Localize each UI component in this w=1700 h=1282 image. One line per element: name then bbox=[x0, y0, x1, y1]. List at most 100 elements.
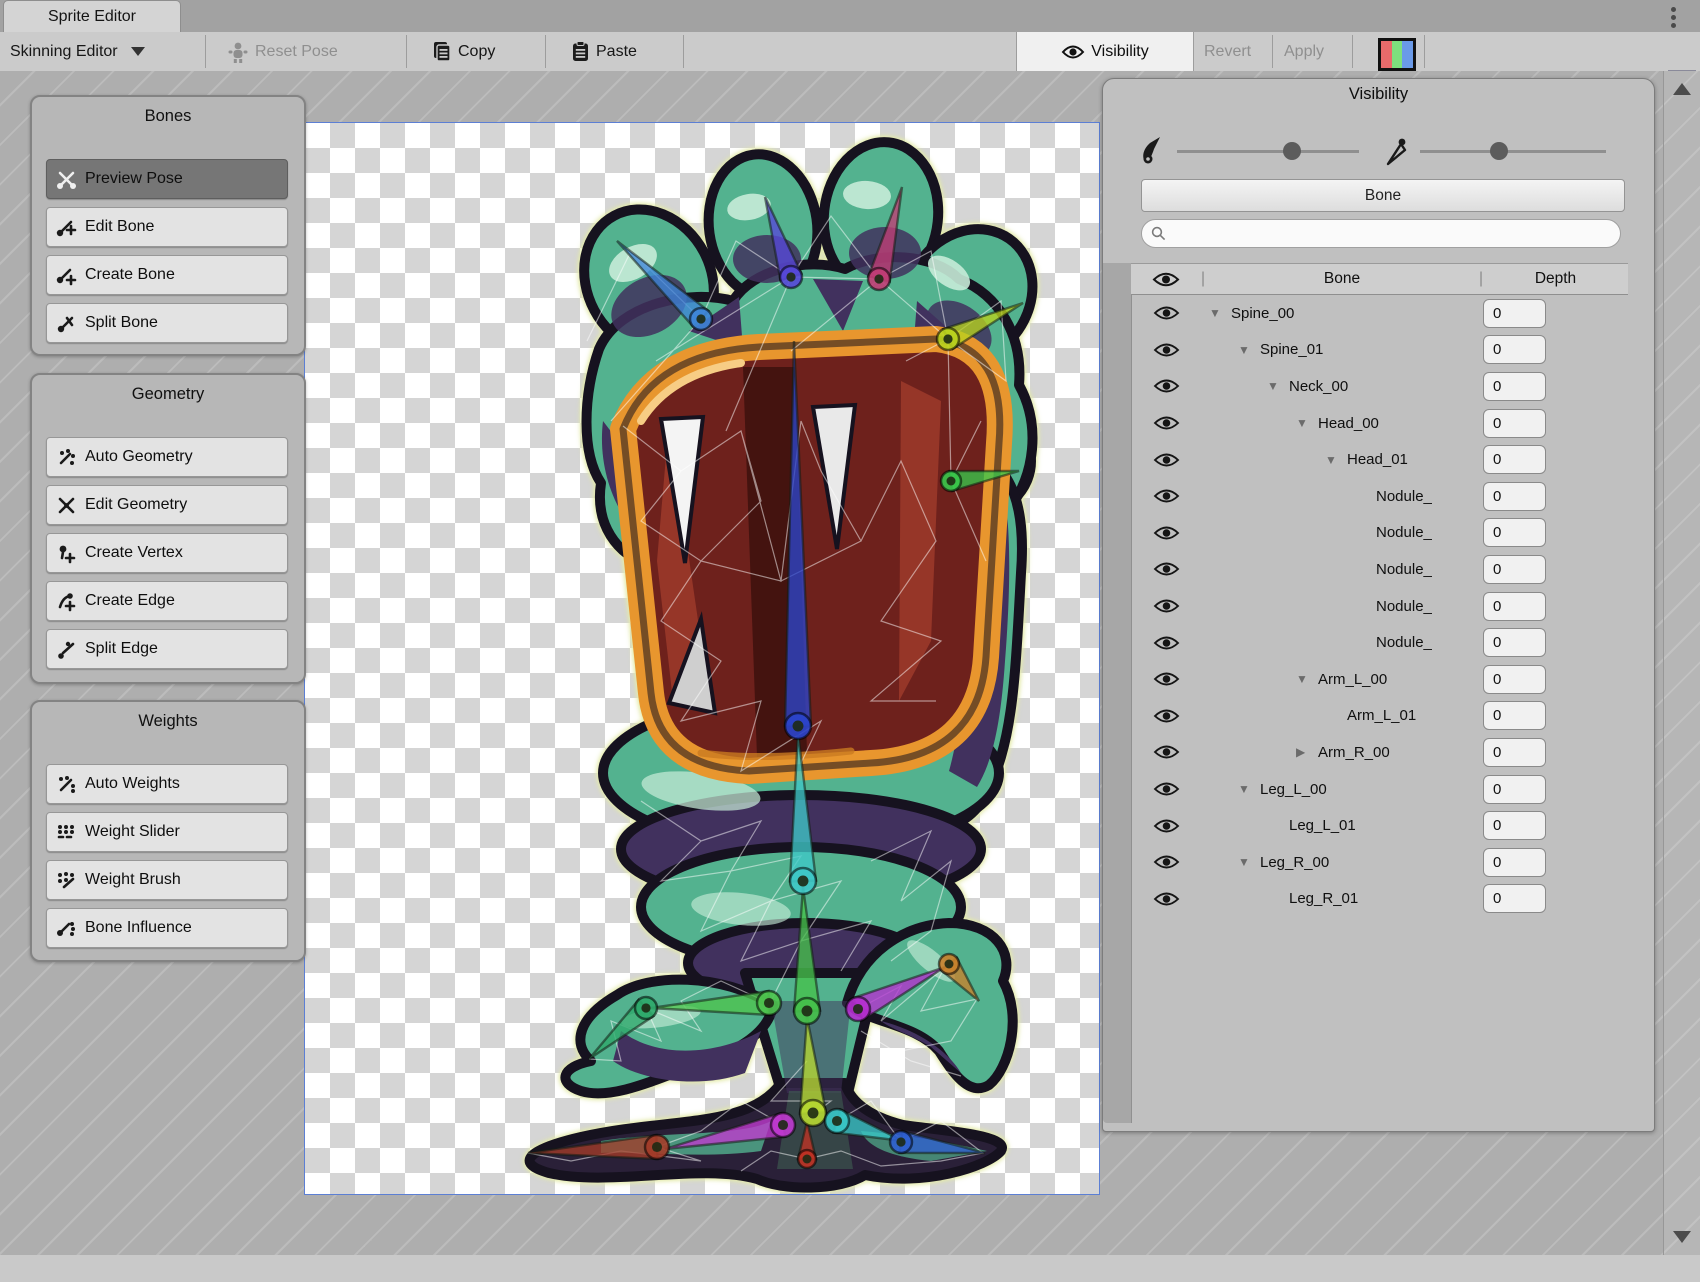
create-bone-button[interactable]: Create Bone bbox=[46, 255, 288, 295]
weight-brush-button[interactable]: Weight Brush bbox=[46, 860, 288, 900]
depth-input[interactable] bbox=[1483, 335, 1546, 364]
bone-name[interactable]: Arm_L_01 bbox=[1347, 707, 1416, 724]
depth-input[interactable] bbox=[1483, 482, 1546, 511]
depth-input[interactable] bbox=[1483, 884, 1546, 913]
visibility-eye-toggle[interactable] bbox=[1131, 452, 1201, 468]
bone-row-leg_r_01[interactable]: Leg_R_01 bbox=[1131, 881, 1628, 918]
expander-down-icon[interactable]: ▼ bbox=[1209, 306, 1231, 320]
bone-name[interactable]: Head_01 bbox=[1347, 451, 1408, 468]
bone-search-input[interactable] bbox=[1141, 219, 1621, 248]
depth-input[interactable] bbox=[1483, 372, 1546, 401]
depth-input[interactable] bbox=[1483, 811, 1546, 840]
bone-row-nodule_[interactable]: Nodule_ bbox=[1131, 588, 1628, 625]
visibility-eye-toggle[interactable] bbox=[1131, 378, 1201, 394]
mesh-opacity-slider-track[interactable] bbox=[1420, 150, 1606, 153]
header-bone[interactable]: Bone bbox=[1205, 270, 1479, 288]
expander-down-icon[interactable]: ▼ bbox=[1325, 453, 1347, 467]
visibility-eye-toggle[interactable] bbox=[1131, 561, 1201, 577]
edit-bone-button[interactable]: Edit Bone bbox=[46, 207, 288, 247]
weight-slider-button[interactable]: Weight Slider bbox=[46, 812, 288, 852]
bone-row-nodule_[interactable]: Nodule_ bbox=[1131, 478, 1628, 515]
color-channels-swatch[interactable] bbox=[1378, 38, 1416, 71]
visibility-eye-toggle[interactable] bbox=[1131, 708, 1201, 724]
bone-name[interactable]: Arm_R_00 bbox=[1318, 744, 1390, 761]
bone-row-head_01[interactable]: ▼ Head_01 bbox=[1131, 441, 1628, 478]
header-depth[interactable]: Depth bbox=[1483, 270, 1628, 288]
expander-down-icon[interactable]: ▼ bbox=[1267, 379, 1289, 393]
bone-name[interactable]: Arm_L_00 bbox=[1318, 671, 1387, 688]
bone-row-leg_l_00[interactable]: ▼ Leg_L_00 bbox=[1131, 771, 1628, 808]
visibility-eye-toggle[interactable] bbox=[1131, 305, 1201, 321]
bone-name[interactable]: Spine_01 bbox=[1260, 341, 1323, 358]
paste-button[interactable]: Paste bbox=[572, 32, 637, 71]
split-bone-button[interactable]: Split Bone bbox=[46, 303, 288, 343]
auto-weights-button[interactable]: Auto Weights bbox=[46, 764, 288, 804]
depth-input[interactable] bbox=[1483, 592, 1546, 621]
bone-name[interactable]: Nodule_ bbox=[1376, 488, 1432, 505]
bone-tab[interactable]: Bone bbox=[1141, 179, 1625, 212]
depth-input[interactable] bbox=[1483, 701, 1546, 730]
bone-name[interactable]: Leg_R_01 bbox=[1289, 890, 1358, 907]
bone-influence-button[interactable]: Bone Influence bbox=[46, 908, 288, 948]
bone-row-nodule_[interactable]: Nodule_ bbox=[1131, 515, 1628, 552]
depth-input[interactable] bbox=[1483, 628, 1546, 657]
split-edge-button[interactable]: Split Edge bbox=[46, 629, 288, 669]
revert-button[interactable]: Revert bbox=[1204, 32, 1251, 71]
create-edge-button[interactable]: Create Edge bbox=[46, 581, 288, 621]
edit-geometry-button[interactable]: Edit Geometry bbox=[46, 485, 288, 525]
visibility-eye-toggle[interactable] bbox=[1131, 891, 1201, 907]
tab-sprite-editor[interactable]: Sprite Editor bbox=[3, 0, 181, 33]
bone-row-spine_00[interactable]: ▼ Spine_00 bbox=[1131, 295, 1628, 332]
bone-name[interactable]: Nodule_ bbox=[1376, 524, 1432, 541]
scroll-down-icon[interactable] bbox=[1673, 1231, 1691, 1243]
visibility-eye-toggle[interactable] bbox=[1131, 342, 1201, 358]
reset-pose-button[interactable]: Reset Pose bbox=[228, 32, 338, 71]
bone-row-spine_01[interactable]: ▼ Spine_01 bbox=[1131, 332, 1628, 369]
bone-row-arm_r_00[interactable]: ▶ Arm_R_00 bbox=[1131, 734, 1628, 771]
preview-pose-button[interactable]: Preview Pose bbox=[46, 159, 288, 199]
skinning-editor-dropdown[interactable]: Skinning Editor bbox=[10, 32, 145, 71]
visibility-eye-toggle[interactable] bbox=[1131, 598, 1201, 614]
expander-down-icon[interactable]: ▼ bbox=[1296, 672, 1318, 686]
depth-input[interactable] bbox=[1483, 518, 1546, 547]
bone-name[interactable]: Nodule_ bbox=[1376, 598, 1432, 615]
bone-row-nodule_[interactable]: Nodule_ bbox=[1131, 551, 1628, 588]
depth-input[interactable] bbox=[1483, 665, 1546, 694]
bone-name[interactable]: Leg_L_01 bbox=[1289, 817, 1356, 834]
copy-button[interactable]: Copy bbox=[433, 32, 495, 71]
visibility-eye-toggle[interactable] bbox=[1131, 854, 1201, 870]
bone-name[interactable]: Nodule_ bbox=[1376, 634, 1432, 651]
bone-row-leg_r_00[interactable]: ▼ Leg_R_00 bbox=[1131, 844, 1628, 881]
visibility-eye-toggle[interactable] bbox=[1131, 635, 1201, 651]
bone-name[interactable]: Head_00 bbox=[1318, 415, 1379, 432]
scroll-up-icon[interactable] bbox=[1673, 83, 1691, 95]
depth-input[interactable] bbox=[1483, 445, 1546, 474]
bone-name[interactable]: Leg_L_00 bbox=[1260, 781, 1327, 798]
create-vertex-button[interactable]: Create Vertex bbox=[46, 533, 288, 573]
kebab-menu-icon[interactable] bbox=[1666, 4, 1680, 34]
visibility-eye-toggle[interactable] bbox=[1131, 488, 1201, 504]
depth-input[interactable] bbox=[1483, 848, 1546, 877]
bone-name[interactable]: Leg_R_00 bbox=[1260, 854, 1329, 871]
depth-input[interactable] bbox=[1483, 555, 1546, 584]
vertical-scrollbar[interactable] bbox=[1663, 71, 1700, 1255]
expander-right-icon[interactable]: ▶ bbox=[1296, 745, 1318, 759]
depth-input[interactable] bbox=[1483, 738, 1546, 767]
visibility-toggle-button[interactable]: Visibility bbox=[1016, 32, 1194, 71]
expander-down-icon[interactable]: ▼ bbox=[1238, 343, 1260, 357]
auto-geometry-button[interactable]: Auto Geometry bbox=[46, 437, 288, 477]
bone-row-arm_l_01[interactable]: Arm_L_01 bbox=[1131, 698, 1628, 735]
expander-down-icon[interactable]: ▼ bbox=[1238, 782, 1260, 796]
visibility-eye-toggle[interactable] bbox=[1131, 415, 1201, 431]
visibility-eye-toggle[interactable] bbox=[1131, 781, 1201, 797]
apply-button[interactable]: Apply bbox=[1284, 32, 1324, 71]
bone-row-nodule_[interactable]: Nodule_ bbox=[1131, 624, 1628, 661]
bone-opacity-slider-knob[interactable] bbox=[1283, 142, 1301, 160]
visibility-eye-toggle[interactable] bbox=[1131, 744, 1201, 760]
expander-down-icon[interactable]: ▼ bbox=[1238, 855, 1260, 869]
depth-input[interactable] bbox=[1483, 775, 1546, 804]
sprite-canvas[interactable] bbox=[304, 122, 1100, 1195]
depth-input[interactable] bbox=[1483, 299, 1546, 328]
bone-opacity-slider-track[interactable] bbox=[1177, 150, 1359, 153]
visibility-eye-toggle[interactable] bbox=[1131, 818, 1201, 834]
